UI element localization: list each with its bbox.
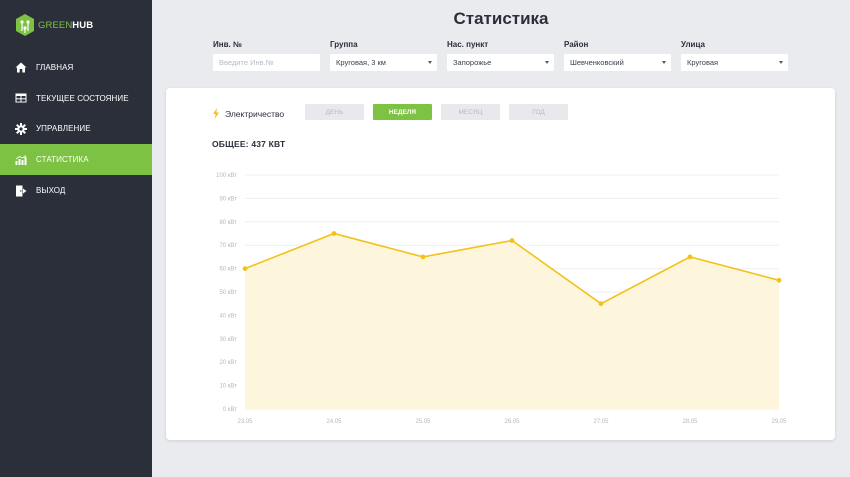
filter-district-label: Район <box>564 40 589 49</box>
filter-district: Район Шевченковский <box>564 40 671 71</box>
x-tick-label: 24.05 <box>326 419 342 425</box>
exit-icon <box>15 185 27 197</box>
chart-icon <box>15 154 27 166</box>
district-select[interactable]: Шевченковский <box>564 54 671 71</box>
data-point[interactable] <box>509 238 515 243</box>
table-icon <box>15 92 27 104</box>
sidebar-item-label: ТЕКУЩЕЕ СОСТОЯНИЕ <box>36 93 129 103</box>
logo-text-green: GREEN <box>38 19 73 31</box>
caret-down-icon <box>779 61 783 64</box>
data-point[interactable] <box>776 277 782 283</box>
logo-text-white: HUB <box>72 19 94 31</box>
sidebar-item-current-state[interactable]: ТЕКУЩЕЕ СОСТОЯНИЕ <box>0 83 152 114</box>
group-select[interactable]: Круговая, 3 км <box>330 54 437 71</box>
filter-group: Группа Круговая, 3 км <box>330 40 437 71</box>
y-tick-label: 20 кВт <box>219 360 237 366</box>
x-tick-label: 25.05 <box>415 419 431 425</box>
filter-inv-label: Инв. № <box>213 40 242 49</box>
y-tick-label: 0 кВт <box>223 407 237 413</box>
y-tick-label: 30 кВт <box>219 337 237 343</box>
sidebar-item-home[interactable]: ГЛАВНАЯ <box>0 52 152 83</box>
data-point[interactable] <box>598 301 604 307</box>
y-tick-label: 80 кВт <box>219 220 237 226</box>
sidebar-item-statistics[interactable]: СТАТИСТИКА <box>0 144 152 176</box>
sidebar-item-label: УПРАВЛЕНИЕ <box>36 124 91 134</box>
inv-number-input[interactable] <box>219 58 320 67</box>
y-tick-label: 40 кВт <box>219 313 237 319</box>
y-tick-label: 100 кВт <box>216 173 237 179</box>
y-tick-label: 90 кВт <box>219 196 237 202</box>
logo-text: GREENHUB <box>38 20 93 31</box>
filter-inv: Инв. № <box>213 40 320 71</box>
data-point[interactable] <box>687 254 693 260</box>
home-icon <box>15 61 27 73</box>
street-select[interactable]: Круговая <box>681 54 788 71</box>
page-title: Статистика <box>453 9 549 28</box>
x-tick-label: 27.05 <box>593 419 609 425</box>
y-tick-label: 60 кВт <box>219 267 237 273</box>
caret-down-icon <box>545 61 549 64</box>
filter-street: Улица Круговая <box>681 40 788 71</box>
sidebar-item-control[interactable]: УПРАВЛЕНИЕ <box>0 114 152 145</box>
sidebar-item-label: ГЛАВНАЯ <box>36 62 74 72</box>
x-tick-label: 26.05 <box>504 419 520 425</box>
filter-group-label: Группа <box>330 40 358 49</box>
city-select[interactable]: Запорожье <box>447 54 554 71</box>
logo-hexagon-icon <box>16 14 34 36</box>
consumption-chart: 0 кВт 10 кВт 20 кВт 30 кВт 40 кВт 50 кВт 60 кВ… <box>216 173 787 425</box>
data-point[interactable] <box>331 231 337 236</box>
statistics-card: Электричество ДЕНЬ НЕДЕЛЯ МЕСЯЦ ГОД ОБЩЕ… <box>166 88 835 440</box>
district-select-value: Шевченковский <box>570 58 624 67</box>
filter-inv-box <box>213 54 320 71</box>
filter-city: Нас. пункт Запорожье <box>447 40 554 71</box>
data-point[interactable] <box>420 254 426 260</box>
caret-down-icon <box>428 61 432 64</box>
sidebar-item-label: СТАТИСТИКА <box>36 155 89 165</box>
y-tick-label: 50 кВт <box>219 290 237 296</box>
sidebar-nav: ГЛАВНАЯ ТЕКУЩЕЕ СОСТОЯНИЕ УПРАВЛЕНИЕ СТА… <box>0 52 152 206</box>
filter-city-label: Нас. пункт <box>447 40 489 49</box>
x-tick-label: 29.05 <box>771 419 787 425</box>
x-tick-label: 23.05 <box>237 419 253 425</box>
logo[interactable]: GREENHUB <box>15 13 93 37</box>
data-point[interactable] <box>242 266 248 271</box>
y-tick-label: 10 кВт <box>219 384 237 390</box>
sidebar-item-label: ВЫХОД <box>36 186 66 196</box>
city-select-value: Запорожье <box>453 58 492 67</box>
group-select-value: Круговая, 3 км <box>336 58 386 67</box>
x-tick-label: 28.05 <box>682 419 698 425</box>
sidebar-item-exit[interactable]: ВЫХОД <box>0 175 152 206</box>
gear-icon <box>15 122 27 135</box>
sidebar: GREENHUB ГЛАВНАЯ ТЕКУЩЕЕ СОСТОЯНИЕ УПРАВ… <box>0 0 152 477</box>
y-tick-label: 70 кВт <box>219 243 237 249</box>
street-select-value: Круговая <box>687 58 719 67</box>
filter-street-label: Улица <box>681 40 705 49</box>
caret-down-icon <box>662 61 666 64</box>
